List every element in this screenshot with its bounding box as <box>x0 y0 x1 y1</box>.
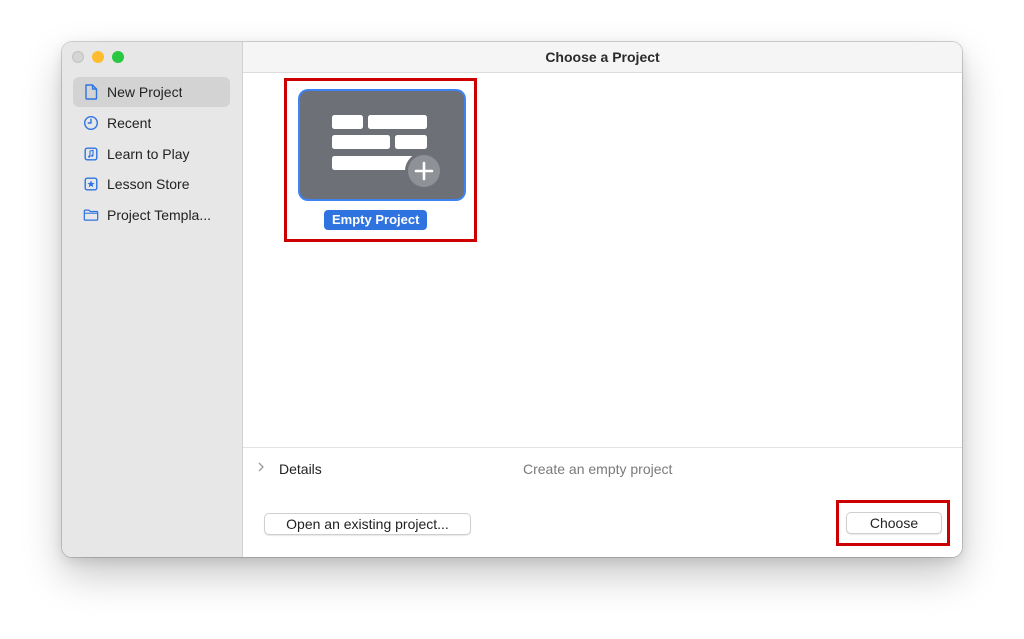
template-card-empty-project[interactable] <box>300 91 464 199</box>
template-grid: Empty Project <box>243 73 962 447</box>
sidebar-nav: New Project Recent Learn to Play Lesson … <box>73 77 230 231</box>
choose-button[interactable]: Choose <box>846 512 942 534</box>
empty-project-icon <box>332 115 443 190</box>
footer-bar: Open an existing project... Choose <box>243 492 962 557</box>
title-bar: Choose a Project <box>243 42 962 73</box>
open-existing-project-button[interactable]: Open an existing project... <box>264 513 471 535</box>
template-description: Create an empty project <box>523 461 673 477</box>
details-bar: Details Create an empty project <box>243 447 962 493</box>
project-chooser-window: New Project Recent Learn to Play Lesson … <box>62 42 962 557</box>
details-toggle[interactable]: Details <box>279 461 322 477</box>
sidebar: New Project Recent Learn to Play Lesson … <box>62 42 243 557</box>
sidebar-item-new-project[interactable]: New Project <box>73 77 230 107</box>
folder-icon <box>83 207 99 223</box>
sidebar-item-lesson-store[interactable]: Lesson Store <box>73 169 230 199</box>
document-icon <box>83 84 99 100</box>
sidebar-item-recent[interactable]: Recent <box>73 108 230 138</box>
template-label[interactable]: Empty Project <box>324 210 428 230</box>
zoom-window-button[interactable] <box>112 51 124 63</box>
sidebar-item-label: New Project <box>107 84 183 100</box>
music-note-icon <box>83 146 99 162</box>
sidebar-item-project-templates[interactable]: Project Templa... <box>73 200 230 230</box>
minimize-window-button[interactable] <box>92 51 104 63</box>
sidebar-item-label: Lesson Store <box>107 176 190 193</box>
chevron-right-icon[interactable] <box>257 461 265 476</box>
star-icon <box>83 176 99 192</box>
sidebar-item-label: Project Templa... <box>107 207 212 224</box>
sidebar-item-label: Learn to Play <box>107 145 190 162</box>
sidebar-item-label: Recent <box>107 114 152 131</box>
close-window-button[interactable] <box>72 51 84 63</box>
window-title: Choose a Project <box>545 49 660 65</box>
clock-icon <box>83 115 99 131</box>
sidebar-item-learn-to-play[interactable]: Learn to Play <box>73 139 230 169</box>
